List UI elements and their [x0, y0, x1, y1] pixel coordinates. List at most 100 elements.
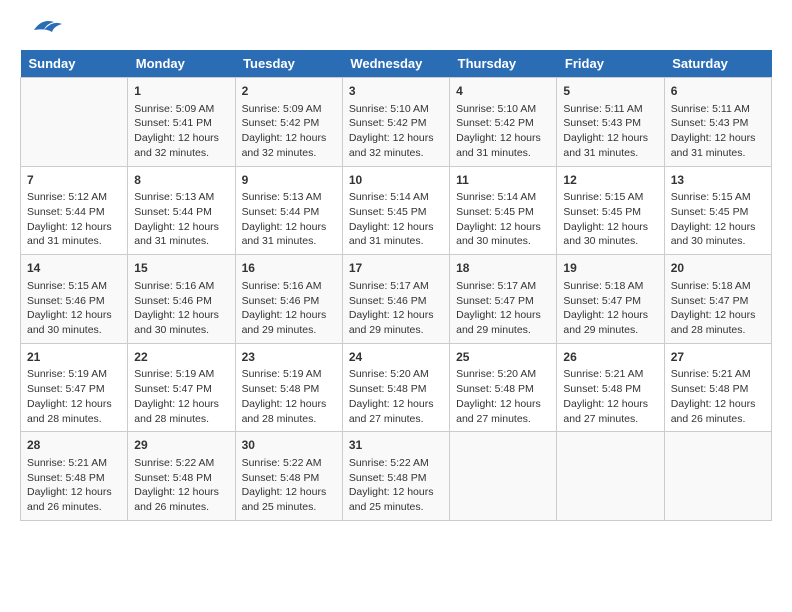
day-info: Daylight: 12 hours: [349, 485, 443, 500]
day-info: Sunset: 5:44 PM: [134, 205, 228, 220]
day-info: Sunrise: 5:19 AM: [242, 367, 336, 382]
day-info: Daylight: 12 hours: [242, 485, 336, 500]
day-number: 13: [671, 172, 765, 189]
day-info: Sunrise: 5:18 AM: [563, 279, 657, 294]
calendar-week-row: 21Sunrise: 5:19 AMSunset: 5:47 PMDayligh…: [21, 343, 772, 432]
calendar-cell: 18Sunrise: 5:17 AMSunset: 5:47 PMDayligh…: [450, 255, 557, 344]
calendar-cell: 12Sunrise: 5:15 AMSunset: 5:45 PMDayligh…: [557, 166, 664, 255]
day-info: Daylight: 12 hours: [563, 220, 657, 235]
day-info: and 26 minutes.: [27, 500, 121, 515]
calendar-week-row: 28Sunrise: 5:21 AMSunset: 5:48 PMDayligh…: [21, 432, 772, 521]
day-info: Sunset: 5:45 PM: [671, 205, 765, 220]
col-header-thursday: Thursday: [450, 50, 557, 78]
day-info: Daylight: 12 hours: [134, 485, 228, 500]
day-info: Daylight: 12 hours: [563, 131, 657, 146]
calendar-cell: 29Sunrise: 5:22 AMSunset: 5:48 PMDayligh…: [128, 432, 235, 521]
calendar-cell: 6Sunrise: 5:11 AMSunset: 5:43 PMDaylight…: [664, 78, 771, 167]
day-info: Daylight: 12 hours: [134, 220, 228, 235]
day-info: and 28 minutes.: [134, 412, 228, 427]
day-info: Sunrise: 5:15 AM: [671, 190, 765, 205]
day-info: and 25 minutes.: [349, 500, 443, 515]
day-info: Daylight: 12 hours: [563, 397, 657, 412]
day-number: 15: [134, 260, 228, 277]
day-number: 20: [671, 260, 765, 277]
day-info: Sunrise: 5:14 AM: [349, 190, 443, 205]
calendar-cell: 3Sunrise: 5:10 AMSunset: 5:42 PMDaylight…: [342, 78, 449, 167]
day-info: Sunrise: 5:12 AM: [27, 190, 121, 205]
logo: [20, 20, 62, 40]
day-info: Sunset: 5:45 PM: [563, 205, 657, 220]
day-info: and 26 minutes.: [134, 500, 228, 515]
day-info: Sunset: 5:46 PM: [27, 294, 121, 309]
day-info: and 26 minutes.: [671, 412, 765, 427]
day-number: 6: [671, 83, 765, 100]
col-header-monday: Monday: [128, 50, 235, 78]
day-info: Daylight: 12 hours: [27, 485, 121, 500]
day-info: Sunrise: 5:22 AM: [134, 456, 228, 471]
day-info: and 27 minutes.: [456, 412, 550, 427]
day-info: Sunset: 5:48 PM: [242, 471, 336, 486]
calendar-cell: 10Sunrise: 5:14 AMSunset: 5:45 PMDayligh…: [342, 166, 449, 255]
calendar-cell: 20Sunrise: 5:18 AMSunset: 5:47 PMDayligh…: [664, 255, 771, 344]
day-info: Sunrise: 5:13 AM: [242, 190, 336, 205]
calendar-cell: [664, 432, 771, 521]
day-info: Sunrise: 5:20 AM: [456, 367, 550, 382]
day-info: Sunrise: 5:22 AM: [349, 456, 443, 471]
day-info: Daylight: 12 hours: [27, 397, 121, 412]
day-info: Sunrise: 5:09 AM: [242, 102, 336, 117]
day-info: and 25 minutes.: [242, 500, 336, 515]
day-info: and 32 minutes.: [134, 146, 228, 161]
calendar-cell: 21Sunrise: 5:19 AMSunset: 5:47 PMDayligh…: [21, 343, 128, 432]
calendar-header-row: SundayMondayTuesdayWednesdayThursdayFrid…: [21, 50, 772, 78]
day-number: 26: [563, 349, 657, 366]
calendar-cell: 26Sunrise: 5:21 AMSunset: 5:48 PMDayligh…: [557, 343, 664, 432]
day-info: Sunset: 5:46 PM: [134, 294, 228, 309]
calendar-cell: 2Sunrise: 5:09 AMSunset: 5:42 PMDaylight…: [235, 78, 342, 167]
day-number: 23: [242, 349, 336, 366]
day-info: Sunrise: 5:10 AM: [456, 102, 550, 117]
calendar-week-row: 1Sunrise: 5:09 AMSunset: 5:41 PMDaylight…: [21, 78, 772, 167]
day-info: Sunset: 5:48 PM: [27, 471, 121, 486]
day-number: 9: [242, 172, 336, 189]
day-info: Sunset: 5:48 PM: [671, 382, 765, 397]
col-header-saturday: Saturday: [664, 50, 771, 78]
day-info: and 32 minutes.: [349, 146, 443, 161]
day-info: Sunrise: 5:11 AM: [671, 102, 765, 117]
calendar-cell: [450, 432, 557, 521]
calendar-cell: 14Sunrise: 5:15 AMSunset: 5:46 PMDayligh…: [21, 255, 128, 344]
logo-bird-icon: [24, 16, 62, 44]
day-info: Sunset: 5:43 PM: [563, 116, 657, 131]
calendar-cell: [557, 432, 664, 521]
day-number: 30: [242, 437, 336, 454]
day-info: Sunset: 5:43 PM: [671, 116, 765, 131]
day-info: Daylight: 12 hours: [349, 397, 443, 412]
day-info: Sunset: 5:48 PM: [456, 382, 550, 397]
day-info: Sunset: 5:44 PM: [242, 205, 336, 220]
day-info: Sunrise: 5:21 AM: [671, 367, 765, 382]
day-info: Sunrise: 5:13 AM: [134, 190, 228, 205]
day-info: and 30 minutes.: [27, 323, 121, 338]
day-info: Sunrise: 5:20 AM: [349, 367, 443, 382]
day-info: and 30 minutes.: [134, 323, 228, 338]
page-header: [20, 20, 772, 40]
day-info: and 29 minutes.: [242, 323, 336, 338]
day-info: Sunset: 5:46 PM: [349, 294, 443, 309]
day-info: Daylight: 12 hours: [456, 308, 550, 323]
day-info: Sunrise: 5:11 AM: [563, 102, 657, 117]
day-info: Daylight: 12 hours: [671, 220, 765, 235]
day-info: Sunrise: 5:22 AM: [242, 456, 336, 471]
day-info: Sunset: 5:48 PM: [349, 471, 443, 486]
day-info: Sunset: 5:45 PM: [456, 205, 550, 220]
day-info: and 29 minutes.: [349, 323, 443, 338]
day-info: Sunset: 5:41 PM: [134, 116, 228, 131]
day-info: Daylight: 12 hours: [27, 308, 121, 323]
day-info: Sunset: 5:47 PM: [671, 294, 765, 309]
calendar-cell: 16Sunrise: 5:16 AMSunset: 5:46 PMDayligh…: [235, 255, 342, 344]
day-info: Sunset: 5:48 PM: [134, 471, 228, 486]
calendar-cell: 27Sunrise: 5:21 AMSunset: 5:48 PMDayligh…: [664, 343, 771, 432]
day-number: 17: [349, 260, 443, 277]
day-info: Sunrise: 5:19 AM: [134, 367, 228, 382]
day-number: 31: [349, 437, 443, 454]
calendar-cell: 31 Sunrise: 5:22 AMSunset: 5:48 PMDayligh…: [342, 432, 449, 521]
day-info: Sunset: 5:44 PM: [27, 205, 121, 220]
